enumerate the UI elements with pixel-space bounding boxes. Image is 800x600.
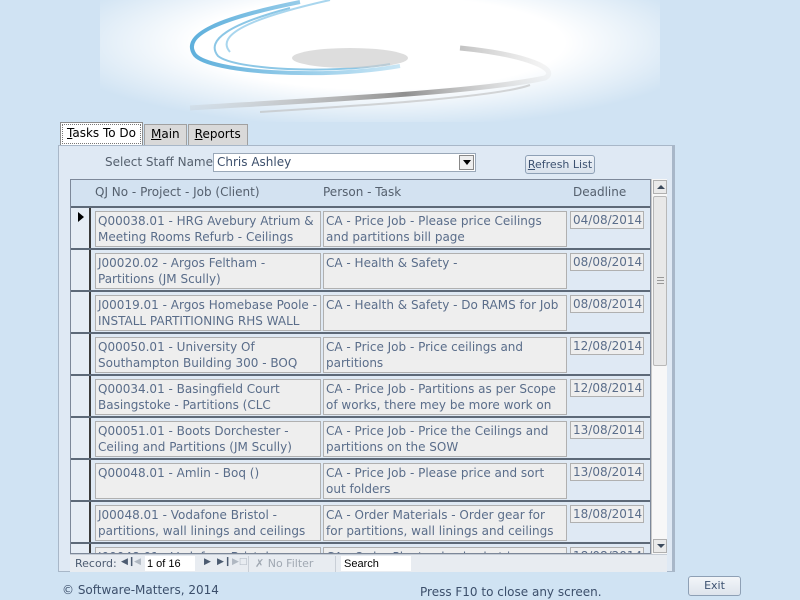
table-row[interactable]: Q00034.01 - Basingfield Court Basingstok… [71, 374, 650, 416]
table-row[interactable]: J00020.02 - Argos Feltham - Partitions (… [71, 248, 650, 290]
task-cell[interactable]: CA - Price Job - Partitions as per Scope… [323, 379, 567, 415]
tab-bar: Tasks To Do Main Reports [60, 122, 249, 146]
tasks-grid: QJ No - Project - Job (Client) Person - … [70, 179, 651, 554]
task-cell[interactable]: CA - Order Plant - check what is needed [323, 547, 567, 553]
job-cell[interactable]: J00019.01 - Argos Homebase Poole - INSTA… [95, 295, 321, 331]
deadline-cell[interactable]: 13/08/2014 [570, 463, 644, 481]
job-cell[interactable]: J00048.01 - Vodafone Bristol - [95, 547, 321, 553]
grid-header: QJ No - Project - Job (Client) Person - … [71, 180, 650, 206]
swirl-logo-icon [189, 0, 552, 113]
job-cell[interactable]: Q00038.01 - HRG Avebury Atrium & Meeting… [95, 211, 321, 247]
record-label: Record: [75, 557, 117, 570]
record-selector[interactable] [71, 334, 91, 374]
table-row[interactable]: Q00051.01 - Boots Dorchester - Ceiling a… [71, 416, 650, 458]
record-selector[interactable] [71, 418, 91, 458]
tab-tasks-to-do[interactable]: Tasks To Do [60, 122, 143, 146]
job-cell[interactable]: Q00048.01 - Amlin - Boq () [95, 463, 321, 499]
divider [248, 556, 249, 572]
record-selector[interactable] [71, 250, 91, 290]
tab-reports[interactable]: Reports [187, 124, 248, 146]
current-record-arrow-icon [78, 212, 84, 222]
deadline-cell[interactable]: 12/08/2014 [570, 379, 644, 397]
copyright-text: © Software-Matters, 2014 [62, 583, 219, 597]
record-selector[interactable] [71, 208, 91, 248]
refresh-label: efresh List [535, 158, 593, 171]
deadline-cell[interactable]: 04/08/2014 [570, 211, 644, 229]
exit-button[interactable]: Exit [688, 576, 741, 596]
logo-banner [100, 0, 660, 122]
search-input[interactable] [341, 556, 411, 571]
task-cell[interactable]: CA - Price Job - Price the Ceilings and … [323, 421, 567, 457]
staff-name-value: Chris Ashley [217, 155, 292, 169]
tab-accel: M [151, 127, 162, 141]
column-header-job[interactable]: QJ No - Project - Job (Client) [95, 185, 260, 199]
job-cell[interactable]: Q00051.01 - Boots Dorchester - Ceiling a… [95, 421, 321, 457]
table-row[interactable]: Q00038.01 - HRG Avebury Atrium & Meeting… [71, 206, 650, 248]
table-row[interactable]: J00048.01 - Vodafone Bristol - partition… [71, 500, 650, 542]
job-cell[interactable]: Q00034.01 - Basingfield Court Basingstok… [95, 379, 321, 415]
grip-icon [657, 277, 664, 284]
divider [335, 556, 336, 572]
last-record-icon[interactable]: ▶❙ [217, 557, 231, 567]
no-filter-button[interactable]: ✗ No Filter [255, 557, 313, 570]
table-row[interactable]: J00019.01 - Argos Homebase Poole - INSTA… [71, 290, 650, 332]
tab-label: eports [202, 127, 241, 141]
task-cell[interactable]: CA - Price Job - Please price Ceilings a… [323, 211, 567, 247]
dropdown-button[interactable] [459, 155, 474, 170]
tab-main[interactable]: Main [144, 124, 187, 146]
deadline-cell[interactable]: 12/08/2014 [570, 337, 644, 355]
deadline-cell[interactable]: 08/08/2014 [570, 295, 644, 313]
table-row[interactable]: J00048.01 - Vodafone Bristol -CA - Order… [71, 542, 650, 553]
current-record-input[interactable] [145, 556, 195, 571]
tasks-form: Select Staff Name Chris Ashley Refresh L… [58, 145, 675, 572]
task-cell[interactable]: CA - Order Materials - Order gear for fo… [323, 505, 567, 541]
hint-text: Press F10 to close any screen. [420, 585, 602, 599]
deadline-cell[interactable]: 18/08/2014 [570, 547, 644, 553]
next-record-icon[interactable]: ▶ [204, 557, 211, 567]
record-selector[interactable] [71, 292, 91, 332]
column-header-deadline[interactable]: Deadline [573, 185, 626, 199]
vertical-scrollbar[interactable] [651, 179, 667, 554]
previous-record-icon[interactable]: ◀ [134, 557, 141, 567]
table-row[interactable]: Q00050.01 - University Of Southampton Bu… [71, 332, 650, 374]
record-selector[interactable] [71, 376, 91, 416]
record-selector[interactable] [71, 544, 91, 553]
record-navigator: Record: ◀❙ ◀ ▶ ▶❙ ▶□ ✗ No Filter [70, 554, 667, 572]
deadline-cell[interactable]: 18/08/2014 [570, 505, 644, 523]
tab-label: ain [161, 127, 180, 141]
job-cell[interactable]: J00020.02 - Argos Feltham - Partitions (… [95, 253, 321, 289]
scroll-thumb[interactable] [653, 196, 667, 366]
task-cell[interactable]: CA - Price Job - Please price and sort o… [323, 463, 567, 499]
deadline-cell[interactable]: 08/08/2014 [570, 253, 644, 271]
scroll-up-button[interactable] [653, 180, 667, 194]
job-cell[interactable]: Q00050.01 - University Of Southampton Bu… [95, 337, 321, 373]
task-cell[interactable]: CA - Price Job - Price ceilings and part… [323, 337, 567, 373]
refresh-accel: R [527, 158, 536, 171]
chevron-down-icon [462, 160, 471, 165]
deadline-cell[interactable]: 13/08/2014 [570, 421, 644, 439]
record-selector[interactable] [71, 502, 91, 542]
new-record-icon[interactable]: ▶□ [232, 557, 247, 567]
task-cell[interactable]: CA - Health & Safety - [323, 253, 567, 289]
staff-name-label: Select Staff Name [105, 155, 213, 169]
table-row[interactable]: Q00048.01 - Amlin - Boq () CA - Price Job… [71, 458, 650, 500]
column-header-task[interactable]: Person - Task [323, 185, 401, 199]
staff-name-select[interactable]: Chris Ashley [213, 153, 476, 172]
refresh-list-button[interactable]: Refresh List [525, 155, 595, 174]
scroll-down-button[interactable] [653, 539, 667, 553]
job-cell[interactable]: J00048.01 - Vodafone Bristol - partition… [95, 505, 321, 541]
record-selector[interactable] [71, 460, 91, 500]
task-cell[interactable]: CA - Health & Safety - Do RAMS for Job [323, 295, 567, 331]
no-filter-label: No Filter [267, 557, 314, 570]
filter-icon: ✗ [255, 557, 265, 570]
tab-label: asks To Do [72, 126, 136, 140]
